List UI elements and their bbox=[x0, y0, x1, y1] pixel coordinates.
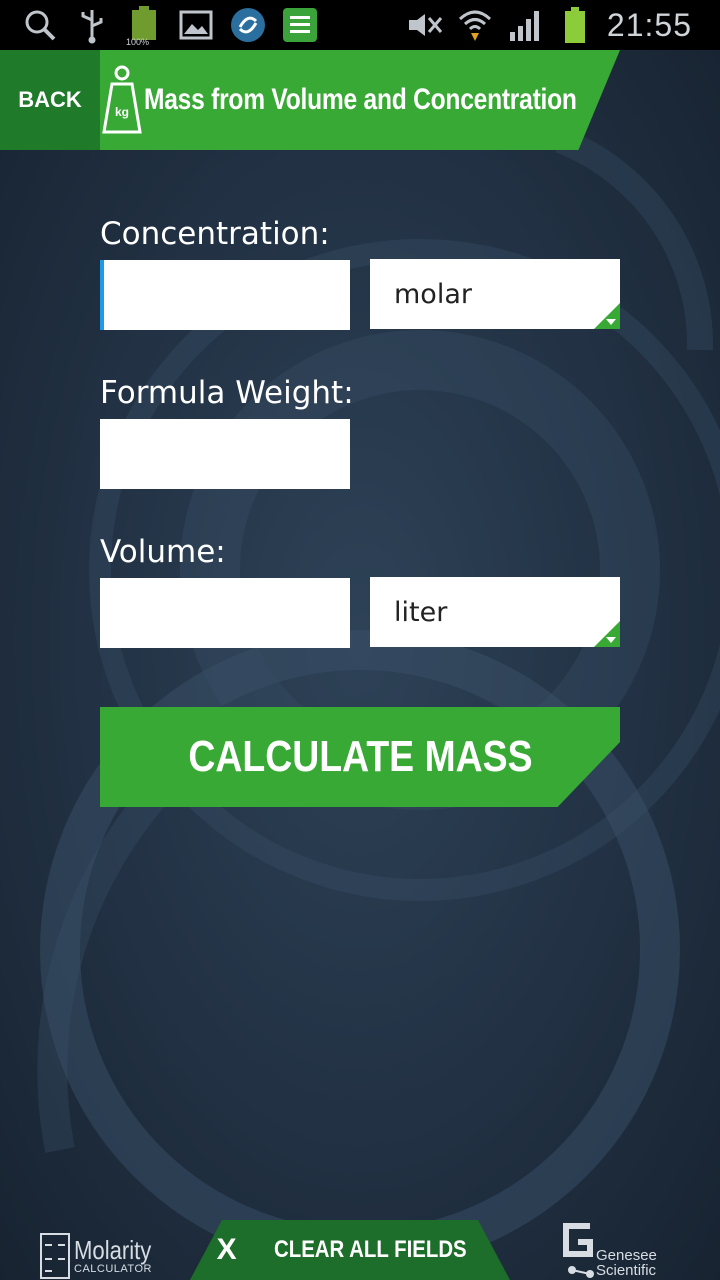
weight-kg-icon: kg bbox=[100, 50, 144, 150]
signal-icon bbox=[507, 7, 543, 43]
formula-weight-input[interactable] bbox=[100, 419, 350, 489]
clear-all-fields-button[interactable]: X CLEAR ALL FIELDS bbox=[190, 1220, 510, 1280]
chevron-down-icon bbox=[606, 319, 616, 325]
volume-input[interactable] bbox=[100, 578, 350, 648]
dropdown-corner-icon bbox=[594, 303, 620, 329]
mute-icon bbox=[407, 7, 443, 43]
title-bar: kg Mass from Volume and Concentration bbox=[100, 50, 620, 150]
volume-unit-select[interactable]: liter bbox=[370, 577, 620, 647]
app-icon bbox=[282, 7, 318, 43]
back-button[interactable]: BACK bbox=[0, 50, 100, 150]
concentration-input[interactable] bbox=[100, 260, 350, 330]
genesee-scientific-logo: Genesee Scientific bbox=[560, 1220, 690, 1280]
gallery-icon bbox=[178, 7, 214, 43]
calculate-mass-button[interactable]: CALCULATE MASS bbox=[100, 707, 620, 807]
calculate-mass-label: CALCULATE MASS bbox=[187, 732, 533, 781]
calculator-icon bbox=[40, 1233, 70, 1279]
wifi-icon bbox=[457, 7, 493, 43]
footer: Molarity CALCULATOR X CLEAR ALL FIELDS G… bbox=[0, 1220, 720, 1280]
status-bar: 100% 21:55 bbox=[0, 0, 720, 50]
concentration-unit-value: molar bbox=[394, 278, 472, 310]
status-time: 21:55 bbox=[606, 6, 692, 43]
chevron-down-icon bbox=[606, 637, 616, 643]
battery-percent-label: 100% bbox=[126, 37, 150, 47]
brand-line-1: Genesee bbox=[596, 1247, 657, 1264]
app-logo-name: Molarity bbox=[74, 1235, 152, 1265]
page-title: Mass from Volume and Concentration bbox=[144, 83, 577, 116]
battery-full-icon: 100% bbox=[126, 6, 162, 47]
volume-unit-value: liter bbox=[394, 596, 448, 628]
usb-icon bbox=[74, 7, 110, 44]
brand-line-2: Scientific bbox=[596, 1262, 657, 1279]
battery-icon bbox=[557, 7, 593, 43]
concentration-label: Concentration: bbox=[100, 216, 330, 252]
molarity-calculator-logo: Molarity CALCULATOR bbox=[40, 1232, 165, 1280]
sync-app-icon bbox=[230, 7, 266, 43]
svg-text:kg: kg bbox=[115, 105, 129, 119]
search-icon bbox=[22, 7, 58, 43]
formula-weight-label: Formula Weight: bbox=[100, 375, 354, 411]
clear-all-fields-label: CLEAR ALL FIELDS bbox=[273, 1236, 467, 1263]
concentration-unit-select[interactable]: molar bbox=[370, 259, 620, 329]
app-header: BACK kg Mass from Volume and Concentrati… bbox=[0, 50, 720, 150]
dropdown-corner-icon bbox=[594, 621, 620, 647]
close-icon: X bbox=[216, 1233, 237, 1266]
volume-label: Volume: bbox=[100, 534, 226, 570]
